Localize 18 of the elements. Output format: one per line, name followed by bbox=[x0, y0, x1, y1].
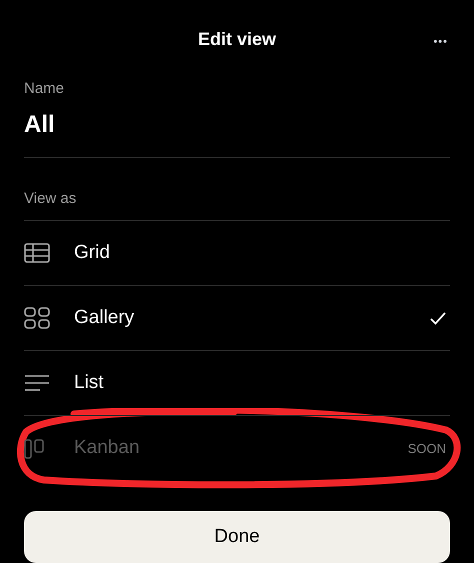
soon-tag: SOON bbox=[408, 438, 446, 458]
dialog-title: Edit view bbox=[198, 28, 276, 50]
view-option[interactable]: Grid bbox=[24, 221, 450, 286]
gallery-icon bbox=[24, 307, 50, 329]
view-option[interactable]: List bbox=[24, 351, 450, 416]
list-icon bbox=[24, 374, 50, 392]
section-label: View as bbox=[24, 158, 450, 221]
option-label: Gallery bbox=[74, 306, 134, 330]
option-label: Grid bbox=[74, 240, 110, 265]
option-label: Kanban bbox=[74, 436, 140, 460]
view-option[interactable]: Gallery bbox=[24, 286, 450, 351]
table-icon bbox=[24, 243, 50, 263]
option-label: List bbox=[74, 370, 104, 395]
columns-icon bbox=[24, 438, 44, 458]
more-button[interactable]: ••• bbox=[433, 34, 448, 50]
done-button[interactable]: Done bbox=[24, 511, 450, 563]
view-name[interactable]: All bbox=[24, 106, 450, 158]
field-label: Name bbox=[24, 79, 66, 99]
